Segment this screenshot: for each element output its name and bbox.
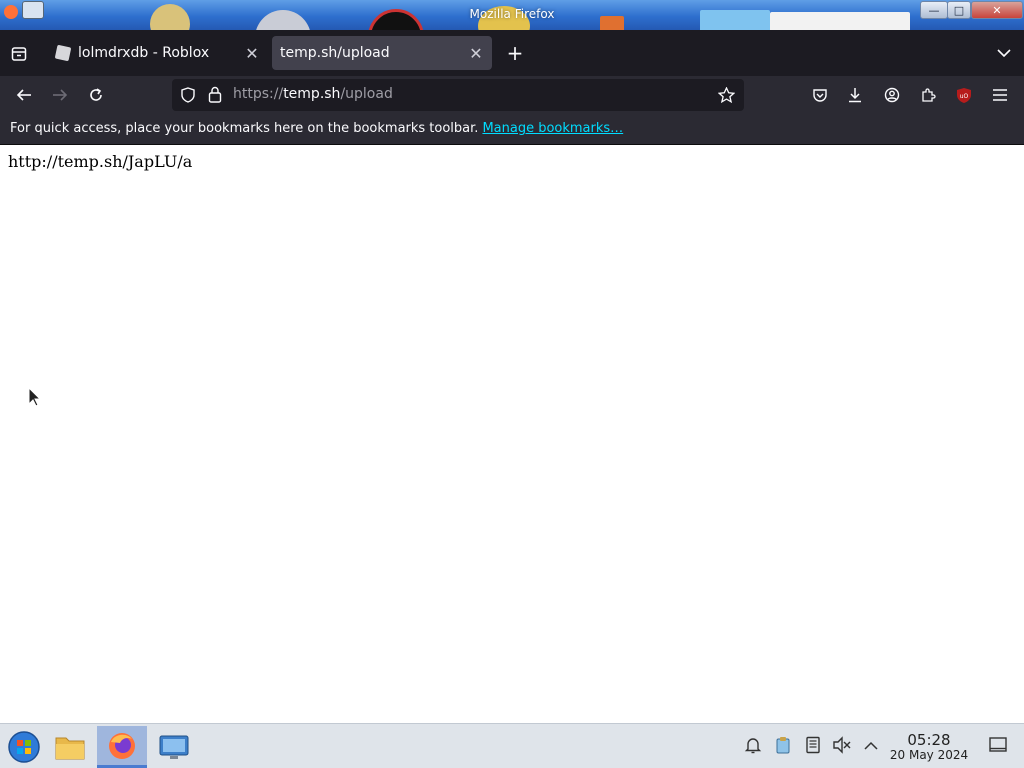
upload-result-url[interactable]: http://temp.sh/JapLU/a [8, 152, 192, 171]
clock-date: 20 May 2024 [889, 748, 969, 762]
ublock-origin-icon[interactable]: uO [949, 80, 979, 110]
taskbar: 05:28 20 May 2024 [0, 723, 1024, 768]
url-path: /upload [340, 86, 393, 102]
close-tab-icon[interactable]: ✕ [466, 44, 486, 63]
close-tab-icon[interactable]: ✕ [242, 44, 262, 63]
mouse-pointer-icon [28, 386, 42, 411]
account-icon[interactable] [877, 80, 907, 110]
address-bar[interactable]: https://temp.sh/upload [172, 79, 744, 111]
start-menu-button[interactable] [0, 726, 48, 768]
url-scheme: https:// [233, 86, 284, 102]
window-titlebar[interactable]: Mozilla Firefox — □ ✕ [0, 0, 1024, 30]
storage-device-icon[interactable] [802, 734, 824, 756]
window-title: Mozilla Firefox [469, 7, 555, 21]
downloads-icon[interactable] [840, 80, 870, 110]
tracking-protection-shield-icon[interactable] [180, 87, 196, 107]
svg-text:uO: uO [960, 93, 969, 100]
page-content: http://temp.sh/JapLU/a [0, 145, 1024, 723]
minimize-button[interactable]: — [920, 1, 948, 19]
volume-muted-icon[interactable] [831, 734, 853, 756]
new-tab-icon[interactable]: + [504, 41, 526, 65]
forward-icon[interactable] [45, 80, 75, 110]
reload-icon[interactable] [81, 80, 111, 110]
tab-label: temp.sh/upload [280, 45, 390, 61]
roblox-favicon-icon [54, 44, 72, 62]
list-all-tabs-icon[interactable] [994, 44, 1014, 62]
bookmarks-toolbar: For quick access, place your bookmarks h… [0, 114, 1024, 145]
tab-temp-sh-upload[interactable]: temp.sh/upload ✕ [272, 36, 492, 70]
file-manager-icon[interactable] [46, 726, 94, 768]
clipboard-applet-icon[interactable] [772, 734, 794, 756]
notifications-bell-icon[interactable] [742, 734, 764, 756]
lock-icon[interactable] [208, 86, 222, 107]
url-host: temp.sh [283, 86, 341, 102]
firefox-taskbar-icon[interactable] [97, 726, 147, 768]
app-menu-hamburger-icon[interactable] [985, 80, 1015, 110]
tab-strip: lolmdrxdb - Roblox ✕ temp.sh/upload ✕ + [0, 30, 1024, 76]
extensions-icon[interactable] [913, 80, 943, 110]
pocket-icon[interactable] [805, 80, 835, 110]
tab-roblox[interactable]: lolmdrxdb - Roblox ✕ [46, 36, 268, 70]
navigation-toolbar: https://temp.sh/upload uO [0, 76, 1024, 114]
bookmark-star-icon[interactable] [717, 86, 736, 107]
digital-clock[interactable]: 05:28 20 May 2024 [884, 732, 974, 762]
system-settings-icon[interactable] [150, 726, 198, 768]
close-window-button[interactable]: ✕ [971, 1, 1023, 19]
system-tray-expand-icon[interactable] [860, 734, 882, 756]
url-text[interactable]: https://temp.sh/upload [233, 86, 393, 102]
clock-time: 05:28 [907, 731, 951, 749]
maximize-button[interactable]: □ [947, 1, 971, 19]
tab-label: lolmdrxdb - Roblox [78, 45, 210, 61]
firefox-view-icon[interactable] [8, 44, 30, 64]
back-icon[interactable] [9, 80, 39, 110]
manage-bookmarks-link[interactable]: Manage bookmarks… [482, 121, 623, 136]
bookmarks-empty-message: For quick access, place your bookmarks h… [10, 121, 479, 136]
show-desktop-icon[interactable] [987, 734, 1009, 756]
